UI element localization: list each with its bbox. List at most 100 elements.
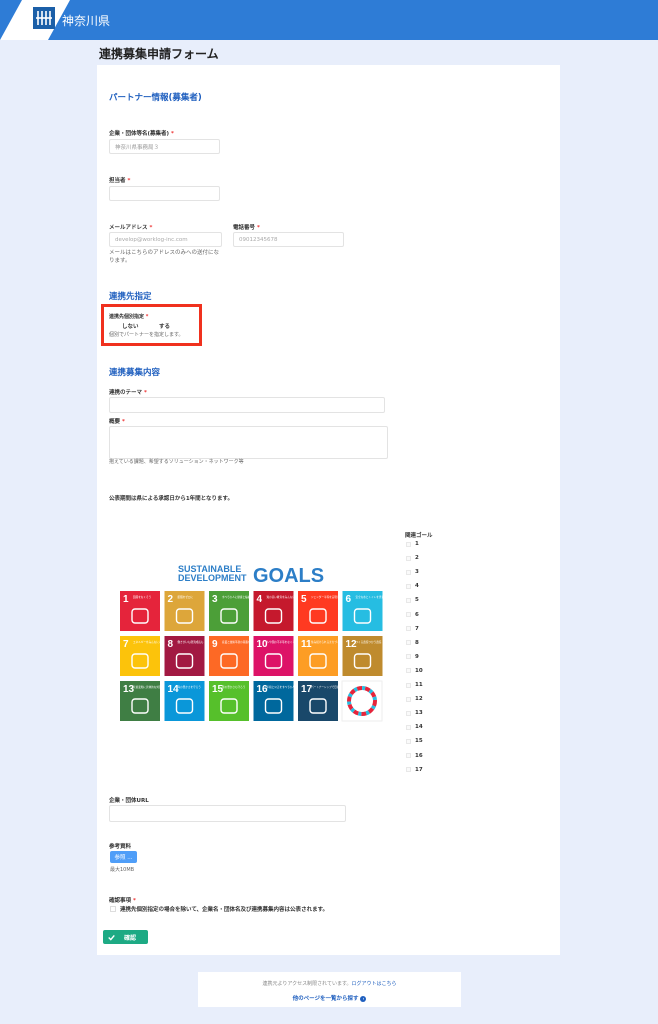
goal-checkbox-13[interactable]: 13 <box>406 710 423 716</box>
related-goals-label: 関連ゴール <box>405 533 433 539</box>
goal-number-label: 1 <box>415 541 419 547</box>
sdg-tile-number: 9 <box>212 639 218 650</box>
checkbox[interactable] <box>406 696 411 702</box>
sdg-tile-3: 3 すべての人に健康と福祉を <box>209 591 253 631</box>
sdg-tile-number: 5 <box>301 594 307 605</box>
checkbox[interactable] <box>406 541 411 547</box>
goal-number-label: 2 <box>415 555 419 562</box>
option-designation[interactable]: する <box>159 322 170 330</box>
partner-section-title: パートナー情報(募集者) <box>109 93 202 103</box>
goal-checkbox-6[interactable]: 6 <box>406 612 419 618</box>
reference-max-size: 最大10MB <box>110 867 135 873</box>
person-in-charge-label: 担当者 * <box>109 178 131 184</box>
checkbox[interactable] <box>406 569 411 575</box>
sdg-tile-label: 飢餓をゼロに <box>178 595 194 599</box>
header-bar: 神奈川県 <box>0 0 658 40</box>
email-input[interactable]: develop@worklog-inc.com <box>109 232 222 247</box>
checkmark-icon <box>108 934 115 941</box>
checkbox[interactable] <box>406 626 411 632</box>
page-title: 連携募集申請フォーム <box>99 47 219 61</box>
person-in-charge-input[interactable] <box>109 186 220 201</box>
checkbox[interactable] <box>406 612 411 617</box>
theme-input[interactable] <box>109 397 385 413</box>
goal-checkbox-8[interactable]: 8 <box>406 640 419 646</box>
footer-panel: 連携元よりアクセス制限されています。ログアウトはこちら 他のページを一覧から探す… <box>198 972 461 1007</box>
goal-number-label: 15 <box>415 738 423 745</box>
goal-checkbox-3[interactable]: 3 <box>406 569 419 575</box>
sdg-tile-label: 質の高い教育をみんなに <box>267 595 296 599</box>
publication-period-note: 公表期間は県による承認日から1年間となります。 <box>109 496 233 502</box>
logout-link[interactable]: ログアウトはこちら <box>352 981 397 987</box>
sdg-tile-label: 働きがいも経済成長も <box>178 640 204 644</box>
browse-pages-link[interactable]: 他のページを一覧から探す › <box>198 994 461 1002</box>
goal-number-label: 16 <box>415 752 423 759</box>
sdg-tile-label: すべての人に健康と福祉を <box>222 595 253 599</box>
sdgs-title-line2: DEVELOPMENT <box>178 573 247 583</box>
email-help-text: メールはこちらのアドレスのみへの送付にな ります。 <box>109 250 220 264</box>
sdg-tile-number: 6 <box>346 594 352 605</box>
sdg-tile-number: 2 <box>168 594 174 605</box>
goal-number-label: 5 <box>415 597 419 604</box>
phone-input[interactable]: 09012345678 <box>233 232 344 247</box>
goal-checkbox-16[interactable]: 16 <box>406 753 423 759</box>
goal-checkbox-5[interactable]: 5 <box>406 597 419 603</box>
goal-checkbox-14[interactable]: 14 <box>406 724 423 730</box>
summary-textarea[interactable] <box>109 426 388 459</box>
sdg-tile-14: 14海の豊かさを守ろう <box>164 681 205 721</box>
goal-checkbox-10[interactable]: 10 <box>406 668 423 674</box>
checkbox[interactable] <box>406 767 411 773</box>
checkbox[interactable] <box>406 640 411 646</box>
sdg-tile-16: 16平和と公正をすべての人に <box>253 681 298 721</box>
checkbox[interactable] <box>406 555 411 561</box>
goal-checkbox-17[interactable]: 17 <box>406 767 423 773</box>
sdg-tile-label: 陸の豊かさも守ろう <box>222 685 246 689</box>
sdgs-wheel-tile <box>341 680 383 722</box>
goal-number-label: 12 <box>415 696 423 703</box>
sdgs-poster-image: SUSTAINABLE DEVELOPMENT GOALS 1 貧困をなくそう 2 飢… <box>120 564 387 722</box>
checkbox[interactable] <box>406 583 411 589</box>
checkbox[interactable] <box>406 597 411 603</box>
goal-checkbox-4[interactable]: 4 <box>406 583 419 589</box>
checkbox[interactable] <box>406 753 411 758</box>
goal-checkbox-12[interactable]: 12 <box>406 696 423 702</box>
goal-checkbox-9[interactable]: 9 <box>406 654 419 660</box>
confirmation-checkbox[interactable] <box>110 906 116 912</box>
sdg-tile-13: 13気候変動に具体的な対策を <box>120 681 165 721</box>
checkbox[interactable] <box>406 668 411 674</box>
checkbox[interactable] <box>406 654 411 660</box>
goal-number-label: 14 <box>415 724 423 731</box>
goal-checkbox-1[interactable]: 1 <box>406 541 419 547</box>
company-url-input[interactable] <box>109 805 346 822</box>
reference-browse-button[interactable]: 参照 ... <box>110 851 137 863</box>
checkbox[interactable] <box>406 710 411 716</box>
option-no-designation[interactable]: しない <box>122 322 139 330</box>
goal-checkbox-15[interactable]: 15 <box>406 738 423 744</box>
goal-checkbox-7[interactable]: 7 <box>406 626 419 632</box>
target-help-text: 個別でパートナーを指定します。 <box>109 332 184 338</box>
sdg-tile-label: 海の豊かさを守ろう <box>178 685 202 689</box>
content-section-title: 連携募集内容 <box>109 368 161 378</box>
confirmation-text: 連携先個別指定の場合を除いて、企業名・団体名及び連携募集内容は公表されます。 <box>120 907 329 913</box>
company-name-input[interactable]: 神奈川県事務局３ <box>109 139 220 154</box>
goal-checkbox-2[interactable]: 2 <box>406 555 419 561</box>
confirmation-checkbox-row[interactable]: 連携先個別指定の場合を除いて、企業名・団体名及び連携募集内容は公表されます。 <box>110 905 328 913</box>
confirm-button[interactable]: 確認 <box>103 930 148 944</box>
checkbox[interactable] <box>406 724 411 730</box>
sdg-tile-number: 4 <box>257 594 263 605</box>
footer-access-note: 連携元よりアクセス制限されています。ログアウトはこちら <box>262 981 397 987</box>
checkbox[interactable] <box>406 682 411 688</box>
sdg-tile-number: 8 <box>168 639 174 650</box>
goal-checkbox-11[interactable]: 11 <box>406 682 423 688</box>
sdg-tile-label: 人や国の不平等をなくそう <box>267 640 299 644</box>
sdg-tile-label: 安全な水とトイレを世界中に <box>356 595 387 599</box>
target-designation-label: 連携先個別指定 * <box>109 314 149 320</box>
confirm-button-label: 確認 <box>124 934 137 942</box>
target-section-title: 連携先指定 <box>109 292 152 302</box>
sdg-tile-11: 11 住み続けられるまちづくりを <box>298 636 345 676</box>
kanagawa-emblem-icon[interactable] <box>32 6 56 30</box>
phone-label: 電話番号 * <box>233 225 260 231</box>
checkbox[interactable] <box>406 738 411 744</box>
sdg-tile-label: ジェンダー平等を実現しよう <box>311 595 345 599</box>
sdg-tile-number: 1 <box>123 594 129 605</box>
goal-number-label: 8 <box>415 639 419 646</box>
